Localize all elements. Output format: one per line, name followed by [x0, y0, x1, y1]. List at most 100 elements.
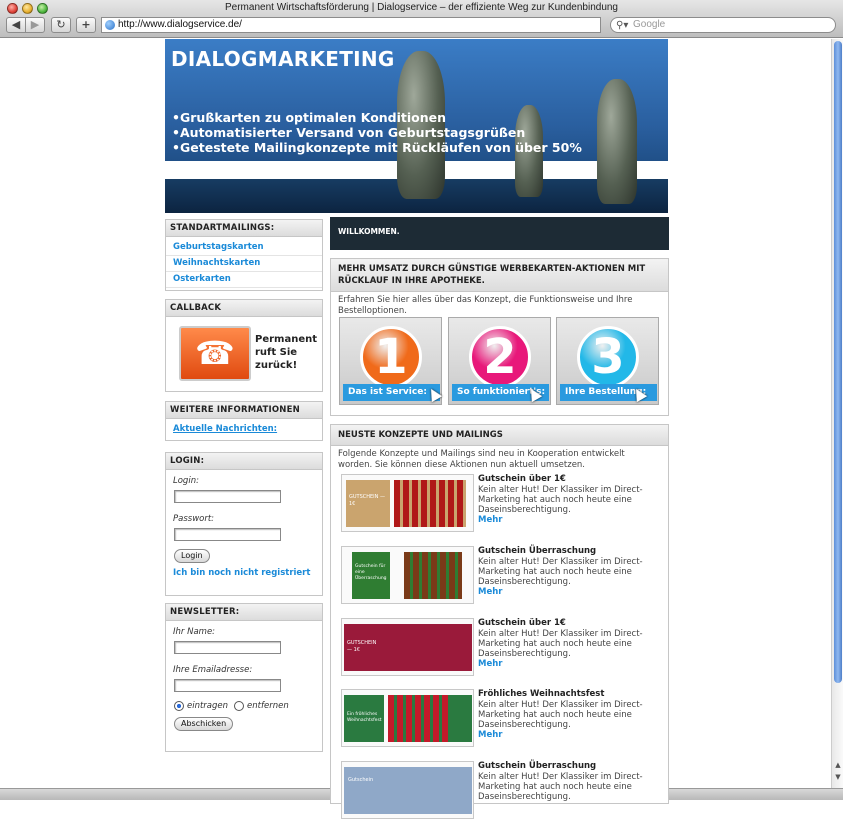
plus-icon: +	[81, 18, 91, 31]
subscribe-label: eintragen	[187, 701, 229, 711]
concept-thumbnail[interactable]: GUTSCHEIN — 1€	[341, 618, 474, 676]
callback-line: ruft Sie	[255, 347, 298, 358]
more-link[interactable]: Mehr	[478, 730, 502, 740]
browser-toolbar: Permanent Wirtschaftsförderung | Dialogs…	[0, 0, 843, 38]
card-front-image: GUTSCHEIN — 1€	[346, 480, 390, 527]
search-field[interactable]: ⚲▾ Google	[610, 17, 836, 33]
box-heading: CALLBACK	[166, 300, 322, 317]
link-news[interactable]: Aktuelle Nachrichten:	[166, 419, 322, 437]
concepts-box: NEUSTE KONZEPTE UND MAILINGS Folgende Ko…	[330, 424, 669, 819]
banner-title: DIALOGMARKETING	[171, 47, 395, 71]
scroll-up-arrow-icon[interactable]: ▲	[833, 761, 843, 769]
concept-title[interactable]: Gutschein Überraschung	[478, 761, 596, 771]
promo-box: MEHR UMSATZ DURCH GÜNSTIGE WERBEKARTEN-A…	[330, 258, 669, 416]
password-input[interactable]	[174, 528, 281, 541]
concept-item: Gutschein für eine Überraschung Gutschei…	[341, 546, 661, 604]
unsubscribe-label: entfernen	[247, 701, 289, 711]
callback-line: zurück!	[255, 360, 298, 371]
box-heading: LOGIN:	[166, 453, 322, 470]
link-birthday-cards[interactable]: Geburtstagskarten	[166, 240, 322, 256]
email-input[interactable]	[174, 679, 281, 692]
register-link[interactable]: Ich bin noch nicht registriert	[166, 566, 322, 581]
card-text: Ein fröhliches Weihnachtsfest	[347, 712, 382, 723]
submit-button[interactable]: Abschicken	[174, 717, 234, 731]
box-heading: NEWSLETTER:	[166, 604, 322, 621]
card-front-image: Ein fröhliches Weihnachtsfest	[344, 695, 384, 742]
forward-button[interactable]: ▶	[25, 17, 45, 33]
callback-line: Permanent	[255, 334, 318, 345]
card-inside-image	[404, 552, 462, 599]
banner-bullet: Getestete Mailingkonzepte mit Rückläufen…	[172, 140, 582, 155]
login-label: Login:	[173, 476, 199, 486]
tile-service[interactable]: 1 Das ist Service:	[339, 317, 443, 405]
add-bookmark-button[interactable]: +	[76, 17, 96, 33]
welcome-bar: WILLKOMMEN.	[330, 217, 669, 250]
concept-thumbnail[interactable]: Gutschein für eine Überraschung	[341, 546, 474, 604]
card-inside-image	[394, 480, 466, 527]
callback-phone-image[interactable]: ☎	[179, 326, 251, 381]
window-title: Permanent Wirtschaftsförderung | Dialogs…	[225, 2, 618, 13]
back-button[interactable]: ◀	[6, 17, 26, 33]
more-link[interactable]: Mehr	[478, 515, 502, 525]
card-text: Gutschein für eine Überraschung	[355, 564, 387, 581]
vertical-scrollbar[interactable]: ▲ ▼	[831, 39, 843, 788]
name-label: Ihr Name:	[173, 627, 216, 637]
promo-intro: Erfahren Sie hier alles über das Konzept…	[338, 295, 633, 316]
scroll-down-arrow-icon[interactable]: ▼	[833, 773, 843, 781]
password-label: Passwort:	[173, 514, 215, 524]
concept-title[interactable]: Gutschein über 1€	[478, 618, 566, 628]
number-three-icon: 3	[577, 326, 639, 388]
link-easter-cards[interactable]: Osterkarten	[166, 272, 322, 288]
number-one-icon: 1	[360, 326, 422, 388]
newsletter-box: NEWSLETTER: Ihr Name: Ihre Emailadresse:…	[165, 603, 323, 752]
subscribe-radio[interactable]	[174, 701, 184, 711]
forward-arrow-icon: ▶	[30, 18, 40, 31]
tile-order[interactable]: 3 Ihre Bestellung:	[556, 317, 659, 405]
concept-item: Gutschein Gutschein Überraschung Kein al…	[341, 761, 661, 819]
unsubscribe-radio[interactable]	[234, 701, 245, 711]
reload-button[interactable]: ↻	[51, 17, 71, 33]
box-heading: STANDARTMAILINGS:	[166, 220, 322, 237]
login-button[interactable]: Login	[174, 549, 210, 563]
login-input[interactable]	[174, 490, 281, 503]
header-banner: DIALOGMARKETING Grußkarten zu optimalen …	[165, 39, 668, 213]
login-box: LOGIN: Login: Passwort: Login Ich bin no…	[165, 452, 323, 596]
name-input[interactable]	[174, 641, 281, 654]
reload-icon: ↻	[56, 18, 66, 31]
scrollbar-thumb[interactable]	[834, 41, 842, 683]
concept-thumbnail[interactable]: Gutschein	[341, 761, 474, 819]
email-label: Ihre Emailadresse:	[173, 665, 253, 675]
concept-thumbnail[interactable]: GUTSCHEIN — 1€	[341, 474, 474, 532]
box-heading: WEITERE INFORMATIONEN	[166, 402, 322, 419]
card-text: GUTSCHEIN — 1€	[347, 640, 377, 653]
box-heading: MEHR UMSATZ DURCH GÜNSTIGE WERBEKARTEN-A…	[331, 259, 668, 292]
banner-bullet-list: Grußkarten zu optimalen Konditionen Auto…	[172, 110, 582, 155]
card-inside-image	[388, 695, 448, 742]
concept-text: Kein alter Hut! Der Klassiker im Direct-…	[478, 485, 643, 515]
magnifier-icon: ⚲▾	[616, 20, 629, 31]
concept-text: Kein alter Hut! Der Klassiker im Direct-…	[478, 772, 643, 802]
concepts-intro: Folgende Konzepte und Mailings sind neu …	[338, 449, 625, 470]
tile-how-it-works[interactable]: 2 So funktioniert's:	[448, 317, 551, 405]
search-placeholder: Google	[633, 19, 666, 30]
concept-thumbnail[interactable]: Ein fröhliches Weihnachtsfest	[341, 689, 474, 747]
concept-title[interactable]: Fröhliches Weihnachtsfest	[478, 689, 604, 699]
address-text: http://www.dialogservice.de/	[118, 19, 242, 30]
link-christmas-cards[interactable]: Weihnachtskarten	[166, 256, 322, 272]
card-front-image: GUTSCHEIN — 1€	[344, 624, 472, 671]
concept-text: Kein alter Hut! Der Klassiker im Direct-…	[478, 629, 643, 659]
concept-text: Kein alter Hut! Der Klassiker im Direct-…	[478, 557, 643, 587]
banner-bullet: Grußkarten zu optimalen Konditionen	[172, 110, 582, 125]
card-front-image: Gutschein	[344, 767, 472, 814]
telephone-icon: ☎	[195, 334, 235, 372]
banner-bullet: Automatisierter Versand von Geburtstagsg…	[172, 125, 582, 140]
callback-text[interactable]: Permanent ruft Sie zurück!	[255, 333, 317, 372]
address-bar[interactable]: http://www.dialogservice.de/	[101, 17, 601, 33]
more-link[interactable]: Mehr	[478, 659, 502, 669]
back-arrow-icon: ◀	[11, 18, 21, 31]
more-link[interactable]: Mehr	[478, 587, 502, 597]
concept-title[interactable]: Gutschein über 1€	[478, 474, 566, 484]
concept-title[interactable]: Gutschein Überraschung	[478, 546, 596, 556]
concept-text: Kein alter Hut! Der Klassiker im Direct-…	[478, 700, 643, 730]
card-back-image	[448, 695, 472, 742]
